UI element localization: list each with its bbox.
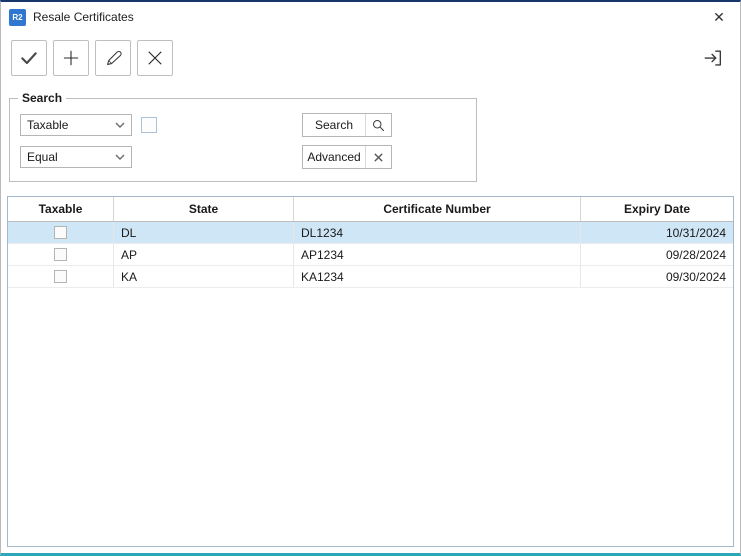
state-cell: DL	[114, 222, 294, 243]
advanced-button[interactable]: Advanced	[302, 145, 392, 169]
taxable-cell	[8, 222, 114, 243]
delete-button[interactable]	[137, 40, 173, 76]
resale-certificates-window: R2 Resale Certificates ✕	[0, 0, 741, 556]
check-icon	[19, 48, 39, 68]
taxable-cell	[8, 266, 114, 287]
app-icon: R2	[9, 9, 26, 26]
column-header-taxable[interactable]: Taxable	[8, 197, 114, 221]
titlebar: R2 Resale Certificates ✕	[1, 2, 740, 32]
taxable-checkbox[interactable]	[54, 226, 67, 239]
taxable-checkbox[interactable]	[54, 248, 67, 261]
state-cell: AP	[114, 244, 294, 265]
window-title: Resale Certificates	[33, 10, 134, 24]
taxable-checkbox[interactable]	[54, 270, 67, 283]
column-header-certificate-number[interactable]: Certificate Number	[294, 197, 581, 221]
close-button[interactable]: ✕	[702, 4, 736, 30]
operator-select-value: Equal	[27, 150, 115, 164]
table-row[interactable]: KA KA1234 09/30/2024	[8, 266, 733, 288]
exit-button[interactable]	[696, 41, 730, 75]
search-button-label: Search	[303, 114, 365, 136]
x-icon	[145, 48, 165, 68]
search-button[interactable]: Search	[302, 113, 392, 137]
table-row[interactable]: DL DL1234 10/31/2024	[8, 222, 733, 244]
search-row-field: Taxable Search	[20, 113, 466, 137]
toolbar	[1, 32, 740, 84]
grid-body: DL DL1234 10/31/2024 AP AP1234 09/28/202…	[8, 222, 733, 546]
certificate-number-cell: KA1234	[294, 266, 581, 287]
search-group: Search Taxable Search Equal	[9, 98, 477, 182]
state-cell: KA	[114, 266, 294, 287]
certificate-number-cell: AP1234	[294, 244, 581, 265]
search-row-operator: Equal Advanced	[20, 145, 466, 169]
exit-icon	[702, 47, 724, 69]
column-header-state[interactable]: State	[114, 197, 294, 221]
grid-header: Taxable State Certificate Number Expiry …	[8, 197, 733, 222]
edit-button[interactable]	[95, 40, 131, 76]
chevron-down-icon	[115, 154, 125, 160]
search-group-label: Search	[18, 91, 66, 105]
expiry-date-cell: 10/31/2024	[581, 222, 733, 243]
certificate-number-cell: DL1234	[294, 222, 581, 243]
table-row[interactable]: AP AP1234 09/28/2024	[8, 244, 733, 266]
column-header-expiry-date[interactable]: Expiry Date	[581, 197, 733, 221]
taxable-value-checkbox[interactable]	[141, 117, 157, 133]
clear-x-icon	[365, 146, 391, 168]
search-icon	[365, 114, 391, 136]
certificates-grid: Taxable State Certificate Number Expiry …	[7, 196, 734, 547]
taxable-cell	[8, 244, 114, 265]
plus-icon	[61, 48, 81, 68]
pencil-icon	[104, 49, 123, 68]
chevron-down-icon	[115, 122, 125, 128]
expiry-date-cell: 09/30/2024	[581, 266, 733, 287]
advanced-button-label: Advanced	[303, 146, 365, 168]
operator-select[interactable]: Equal	[20, 146, 132, 168]
field-select-value: Taxable	[27, 118, 115, 132]
close-icon: ✕	[713, 9, 725, 26]
add-button[interactable]	[53, 40, 89, 76]
confirm-button[interactable]	[11, 40, 47, 76]
field-select[interactable]: Taxable	[20, 114, 132, 136]
expiry-date-cell: 09/28/2024	[581, 244, 733, 265]
